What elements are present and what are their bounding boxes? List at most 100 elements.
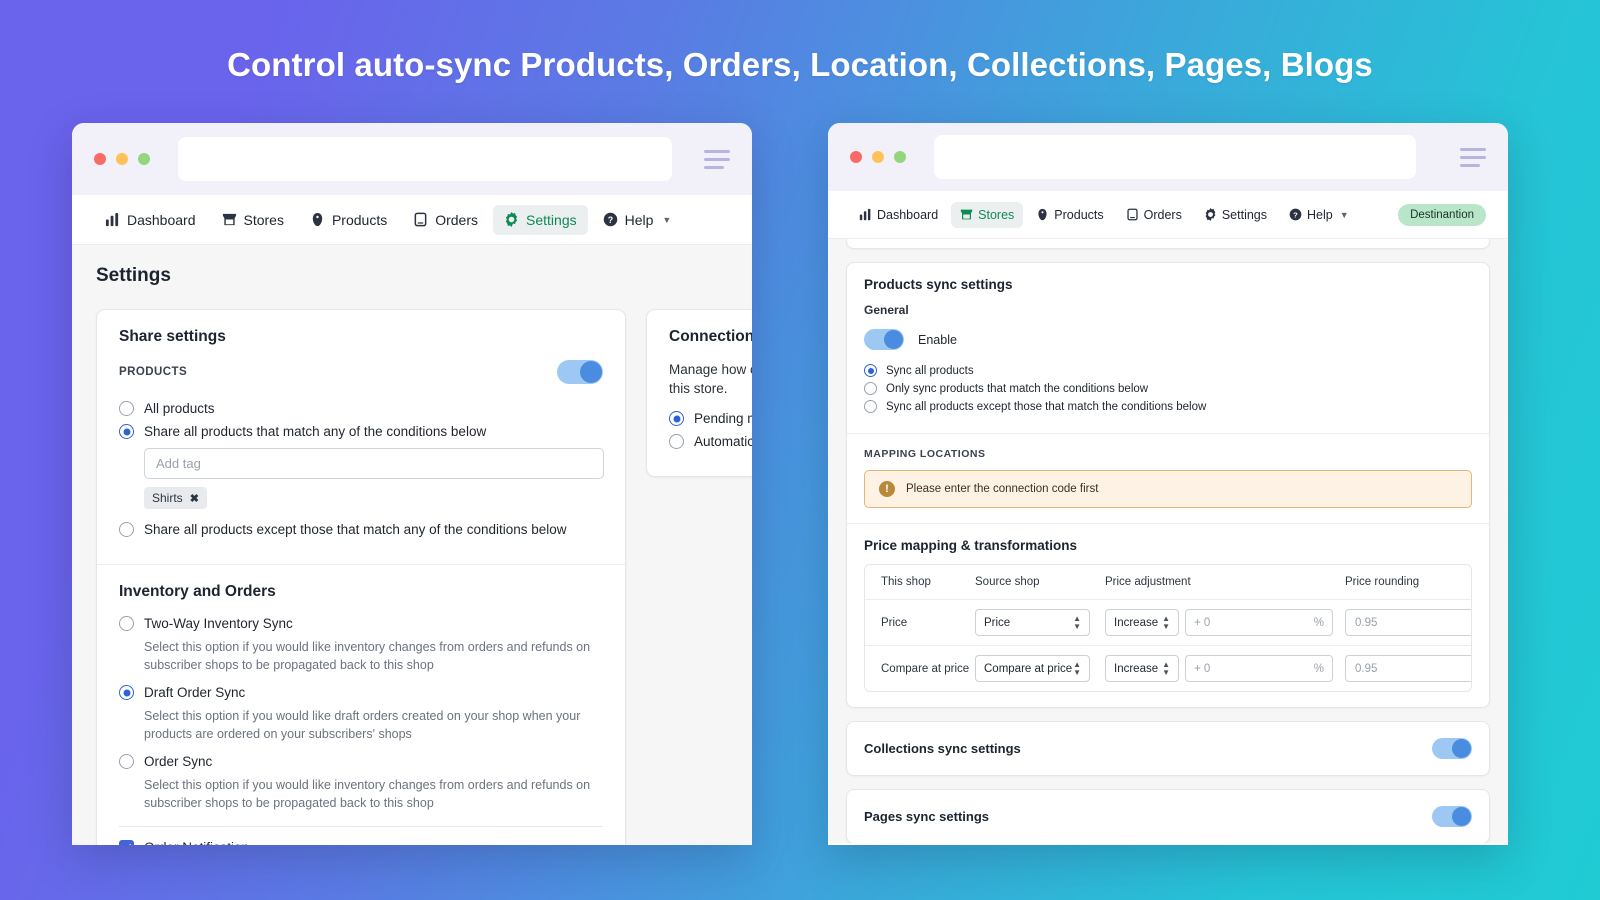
nav-label: Orders — [435, 211, 479, 228]
nav-label: Dashboard — [127, 211, 196, 228]
nav-label: Products — [331, 211, 388, 228]
minimize-dot-icon[interactable] — [872, 151, 884, 163]
tag-chip-shirts[interactable]: Shirts ✖ — [144, 487, 207, 509]
source-shop-select[interactable]: Compare at price ▲ ▼ — [975, 655, 1090, 682]
radio-pending-mode[interactable]: Pending mode — [669, 410, 752, 427]
radio-label: Only sync products that match the condit… — [886, 382, 1149, 395]
clipped-card-text: No action performed, leave the product h… — [847, 239, 1489, 242]
unit-suffix: % — [1313, 662, 1324, 675]
nav-item-products[interactable]: Products — [1027, 202, 1112, 228]
input-value: + 0 — [1194, 616, 1211, 629]
chevron-down-icon: ▼ — [1339, 209, 1349, 220]
nav-item-settings[interactable]: Settings — [1195, 202, 1276, 228]
radio-share-except[interactable]: Share all products except those that mat… — [119, 521, 603, 538]
nav-label: Orders — [1143, 207, 1182, 222]
unit-suffix: % — [1313, 616, 1324, 629]
add-tag-input[interactable]: Add tag — [144, 448, 604, 479]
url-input[interactable] — [178, 137, 672, 181]
receipt-icon — [1126, 208, 1139, 221]
nav-item-orders[interactable]: Orders — [1117, 202, 1191, 228]
section-label: Collections sync settings — [864, 741, 1021, 756]
radio-label: Order Sync — [144, 754, 213, 769]
nav-item-settings[interactable]: Settings — [493, 204, 588, 235]
nav-item-stores[interactable]: Stores — [211, 205, 295, 235]
table-row: Price Price ▲ ▼ Increase ▲ ▼ + 0 % 0.95 — [865, 599, 1471, 645]
input-value: + 0 — [1194, 662, 1211, 675]
radio-two-way-inventory-sync[interactable]: Two-Way Inventory Sync — [119, 615, 603, 632]
checkbox-label: Order Notification — [144, 839, 249, 845]
nav-label: Settings — [526, 211, 577, 228]
radio-icon-selected — [119, 424, 134, 439]
radio-draft-order-sync[interactable]: Draft Order Sync — [119, 684, 603, 701]
radio-only-sync-matching[interactable]: Only sync products that match the condit… — [864, 382, 1472, 395]
traffic-lights — [94, 153, 150, 165]
enable-toggle[interactable] — [864, 329, 904, 350]
select-value: Increase — [1114, 662, 1159, 675]
minimize-dot-icon[interactable] — [116, 153, 128, 165]
nav-item-help[interactable]: ? Help ▼ — [592, 205, 683, 235]
checkbox-order-notification[interactable]: Order Notification — [119, 839, 603, 845]
gear-icon — [1204, 208, 1217, 221]
select-arrows-icon: ▲ ▼ — [1162, 659, 1170, 677]
hamburger-icon[interactable] — [1460, 147, 1486, 167]
connections-card: Connections Manage how connections are h… — [646, 309, 752, 477]
adjust-type-select[interactable]: Increase ▲ ▼ — [1105, 609, 1179, 636]
clipped-card-above: No action performed, leave the product h… — [846, 239, 1490, 249]
radio-sync-all-except[interactable]: Sync all products except those that matc… — [864, 400, 1472, 413]
remove-tag-icon[interactable]: ✖ — [190, 492, 199, 505]
price-rounding-input[interactable]: 0.95 — [1345, 609, 1471, 636]
nav-item-dashboard[interactable]: Dashboard — [94, 205, 207, 235]
url-input[interactable] — [934, 135, 1416, 179]
products-label: PRODUCTS — [119, 366, 188, 378]
radio-label: All products — [144, 401, 215, 416]
chevron-down-icon: ▼ — [662, 214, 672, 225]
column-header: Price adjustment — [1105, 576, 1191, 588]
price-mapping-section: Price mapping & transformations This sho… — [847, 523, 1489, 707]
radio-label: Sync all products except those that matc… — [886, 400, 1207, 413]
collections-sync-toggle[interactable] — [1432, 738, 1472, 759]
tag-icon — [1036, 208, 1049, 221]
radio-auto-approve[interactable]: Automatically approve — [669, 433, 752, 450]
maximize-dot-icon[interactable] — [138, 153, 150, 165]
row-label: Price — [881, 616, 908, 629]
close-dot-icon[interactable] — [94, 153, 106, 165]
nav-item-help[interactable]: ? Help ▼ — [1280, 202, 1358, 228]
checkbox-icon-checked — [119, 840, 134, 845]
section-label: Pages sync settings — [864, 809, 989, 824]
traffic-lights — [850, 151, 906, 163]
collections-sync-settings-card[interactable]: Collections sync settings — [846, 721, 1490, 776]
receipt-icon — [413, 212, 428, 227]
select-value: Price — [984, 616, 1011, 629]
pages-sync-settings-card[interactable]: Pages sync settings — [846, 789, 1490, 843]
radio-share-matching[interactable]: Share all products that match any of the… — [119, 423, 603, 440]
products-toggle[interactable] — [557, 360, 603, 384]
tag-icon — [310, 212, 325, 227]
price-rounding-input[interactable]: 0.95 — [1345, 655, 1471, 682]
settings-page-body: Settings Share settings PRODUCTS All pro… — [72, 245, 752, 845]
option-description: Select this option if you would like dra… — [144, 709, 581, 741]
nav-item-dashboard[interactable]: Dashboard — [850, 202, 947, 228]
pages-sync-toggle[interactable] — [1432, 806, 1472, 827]
close-dot-icon[interactable] — [850, 151, 862, 163]
radio-order-sync[interactable]: Order Sync — [119, 753, 603, 770]
general-label: General — [864, 303, 909, 317]
nav-item-stores[interactable]: Stores — [951, 201, 1024, 228]
store-icon — [960, 208, 973, 221]
browser-window-left: Dashboard Stores Products Orders Setting… — [72, 123, 752, 845]
adjust-value-input[interactable]: + 0 % — [1185, 655, 1333, 682]
source-shop-select[interactable]: Price ▲ ▼ — [975, 609, 1090, 636]
maximize-dot-icon[interactable] — [894, 151, 906, 163]
column-header: This shop — [881, 576, 931, 588]
share-settings-card: Share settings PRODUCTS All products Sha… — [96, 309, 626, 845]
nav-item-products[interactable]: Products — [299, 205, 398, 235]
radio-all-products[interactable]: All products — [119, 400, 603, 417]
nav-item-orders[interactable]: Orders — [402, 205, 489, 235]
price-mapping-table: This shop Source shop Price adjustment P… — [864, 564, 1472, 692]
adjust-value-input[interactable]: + 0 % — [1185, 609, 1333, 636]
hamburger-icon[interactable] — [704, 149, 730, 169]
share-settings-section: Share settings PRODUCTS All products Sha… — [97, 310, 625, 564]
nav-label: Settings — [1221, 207, 1268, 222]
adjust-type-select[interactable]: Increase ▲ ▼ — [1105, 655, 1179, 682]
inventory-orders-heading: Inventory and Orders — [119, 583, 276, 600]
radio-sync-all-products[interactable]: Sync all products — [864, 364, 1472, 377]
